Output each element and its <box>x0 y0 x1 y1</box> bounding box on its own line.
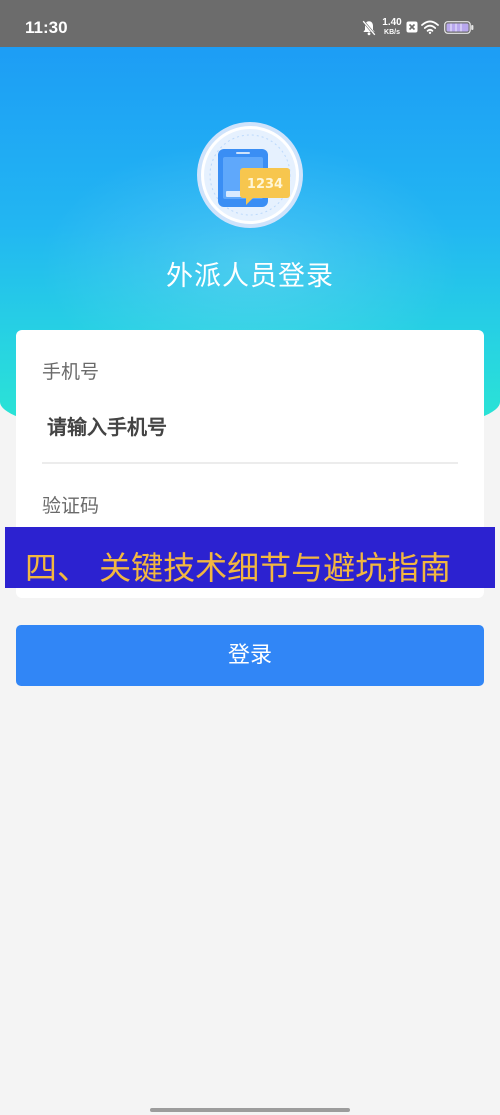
status-time: 11:30 <box>25 18 68 37</box>
overlay-banner: 四、 关键技术细节与避坑指南 <box>5 527 495 588</box>
wifi-icon <box>421 20 439 34</box>
phone-verification-code-icon: 1234 <box>196 121 304 229</box>
network-speed-unit: KB/s <box>384 29 400 36</box>
phone-input[interactable] <box>42 410 458 444</box>
verification-code-label: 验证码 <box>42 495 100 517</box>
battery-icon <box>444 21 474 34</box>
overlay-banner-text: 四、 关键技术细节与避坑指南 <box>25 549 452 587</box>
phone-label: 手机号 <box>42 361 100 383</box>
network-speed: 1.40 KB/s <box>381 18 403 37</box>
network-speed-value: 1.40 <box>382 17 402 28</box>
sim-off-icon <box>406 21 418 33</box>
field-divider <box>42 462 458 464</box>
page-title: 外派人员登录 <box>166 261 334 292</box>
logo-code-text: 1234 <box>247 177 283 192</box>
login-button[interactable]: 登录 <box>16 625 484 686</box>
home-indicator[interactable] <box>150 1108 350 1112</box>
status-bar: 11:30 1.40 KB/s <box>0 0 500 47</box>
bell-muted-icon <box>362 20 376 36</box>
